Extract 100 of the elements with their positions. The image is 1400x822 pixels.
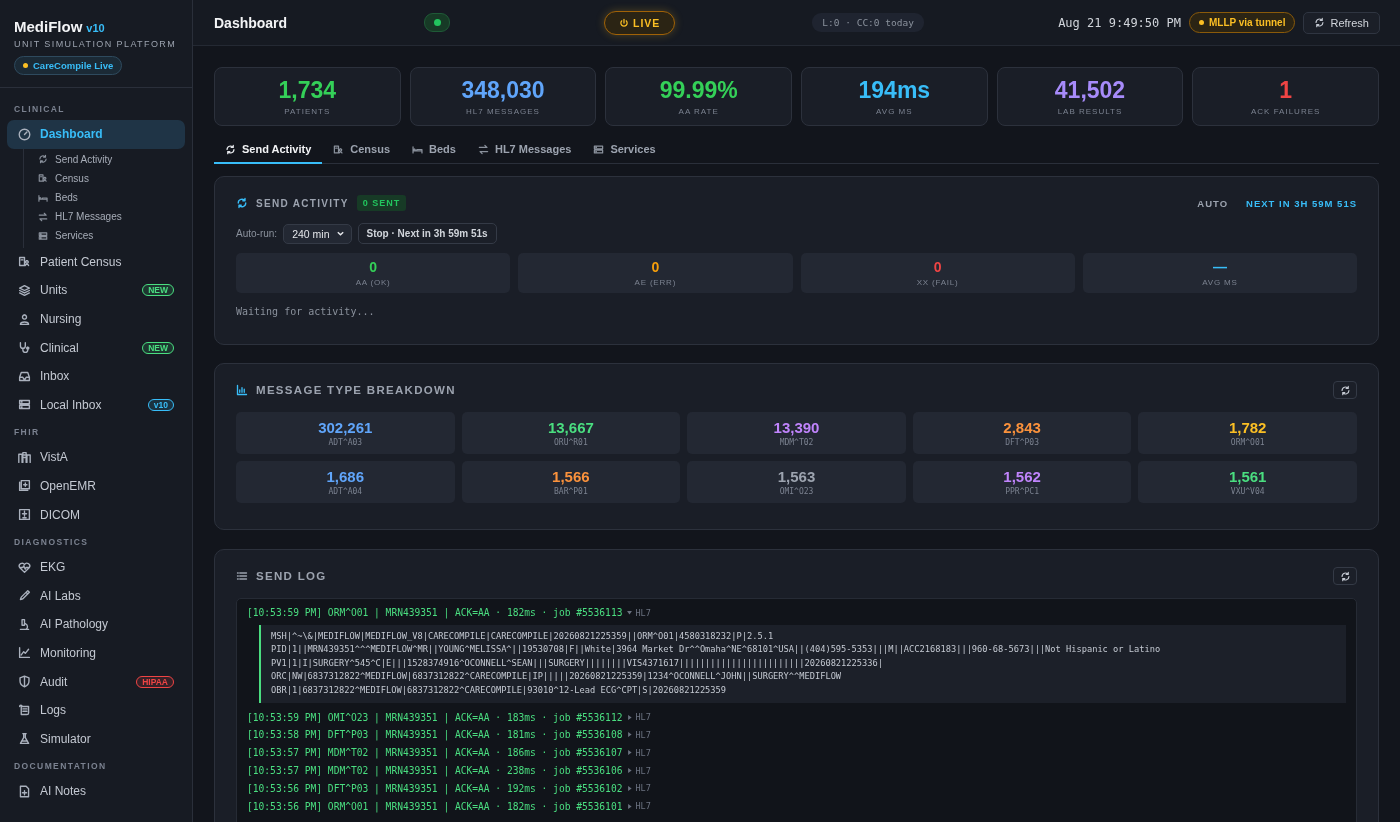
- hl7-toggle[interactable]: HL7: [626, 712, 651, 723]
- sidebar-item[interactable]: Patient Census: [7, 247, 185, 277]
- nav-badge: NEW: [142, 284, 174, 297]
- layers-icon: [18, 283, 31, 297]
- sidebar-item[interactable]: Local Inbox v10: [7, 390, 185, 420]
- sidebar-item[interactable]: AI Pathology: [7, 610, 185, 639]
- bar-chart-icon: [236, 384, 248, 396]
- tab[interactable]: Beds: [401, 136, 467, 164]
- server-icon: [38, 230, 48, 241]
- refresh-button[interactable]: [1333, 381, 1357, 399]
- sidebar-item[interactable]: Inbox: [7, 361, 185, 391]
- message-count: 1,561: [1228, 468, 1267, 485]
- hl7-toggle[interactable]: HL7: [626, 747, 651, 758]
- bed-icon: [38, 192, 48, 203]
- log-entry: [10:53:57 PM] MDM^T02 | MRN439351 | ACK=AA · 238ms · job #5536106: [247, 765, 623, 777]
- stethoscope-icon: [18, 341, 31, 355]
- status-indicator-icon: [424, 13, 450, 32]
- bed-icon: [412, 143, 424, 155]
- app-logo-text: MediFlow: [14, 18, 83, 35]
- sidebar-item[interactable]: VistA: [7, 443, 185, 472]
- sidebar-item[interactable]: AI Notes: [7, 777, 185, 806]
- tab[interactable]: HL7 Messages: [466, 136, 583, 164]
- message-type: MDM^T02: [779, 438, 814, 447]
- activity-status-text: Waiting for activity...: [236, 306, 376, 317]
- message-count: 1,563: [777, 468, 816, 485]
- message-count: 1,782: [1228, 419, 1267, 436]
- refresh-button[interactable]: [1333, 567, 1357, 585]
- panel-title: SEND LOG: [256, 570, 327, 582]
- stop-button[interactable]: Stop · Next in 3h 59m 51s: [357, 223, 497, 244]
- counter-value: —: [1212, 259, 1227, 275]
- app-subtitle: UNIT SIMULATION PLATFORM: [14, 39, 178, 49]
- tab[interactable]: Services: [582, 136, 667, 164]
- message-type: ADT^A03: [328, 438, 363, 447]
- hl7-toggle[interactable]: HL7: [626, 801, 651, 812]
- sidebar-item[interactable]: Clinical NEW: [7, 333, 185, 362]
- sidebar-subitem[interactable]: Send Activity: [38, 149, 185, 169]
- counter-value: 0: [369, 259, 377, 275]
- hl7-toggle[interactable]: HL7: [626, 607, 651, 618]
- caret-right-icon: [626, 767, 634, 775]
- message-count: 302,261: [318, 419, 373, 436]
- sidebar-item[interactable]: Dashboard: [7, 120, 185, 149]
- sidebar-item[interactable]: DICOM: [7, 500, 185, 529]
- sidebar-item[interactable]: OpenEMR: [7, 471, 185, 501]
- tab[interactable]: Send Activity: [214, 136, 323, 164]
- sidebar-subitem[interactable]: Beds: [38, 187, 185, 208]
- message-count: 1,562: [1003, 468, 1041, 485]
- gauge-icon: [18, 127, 31, 141]
- tab[interactable]: Census: [322, 136, 402, 164]
- sync-icon: [38, 154, 48, 165]
- refresh-button[interactable]: Refresh: [1303, 11, 1380, 34]
- sidebar-subitem[interactable]: Services: [38, 226, 185, 246]
- section-heading: FHIR: [13, 426, 41, 440]
- sidebar-subitem[interactable]: Census: [38, 168, 185, 188]
- users-icon: [333, 143, 345, 155]
- swap-icon: [38, 211, 48, 222]
- clock: Aug 21 9:49:50 PM: [1058, 15, 1181, 30]
- caret-right-icon: [626, 802, 634, 810]
- live-button[interactable]: LIVE: [604, 10, 676, 35]
- counter-label: AE (ERR): [634, 278, 677, 287]
- sidebar-item[interactable]: Nursing: [7, 304, 185, 334]
- caret-right-icon: [626, 784, 634, 792]
- hl7-toggle[interactable]: HL7: [626, 783, 651, 794]
- sidebar-item[interactable]: AI Labs: [7, 581, 185, 611]
- list-icon: [236, 570, 248, 582]
- message-type: DFT^P03: [1005, 438, 1039, 447]
- connection-status-badge: CareCompile Live: [14, 56, 123, 75]
- tunnel-badge: MLLP via tunnel: [1188, 12, 1296, 33]
- stat-value: 194ms: [858, 77, 931, 104]
- refresh-icon: [1314, 17, 1326, 28]
- message-count: 2,843: [1003, 419, 1041, 436]
- hl7-toggle[interactable]: HL7: [626, 730, 651, 740]
- hl7-segment-text: OBR|1|6837312822^MEDIFLOW|6837312822^CARECOMPILE|93010^12-Lead ECG^CPT|S|20260821225359: [271, 683, 728, 697]
- refresh-icon: [1339, 384, 1351, 396]
- users-icon: [18, 255, 31, 269]
- section-heading: DOCUMENTATION: [13, 760, 108, 774]
- stat-label: PATIENTS: [284, 107, 331, 116]
- sidebar-item[interactable]: Units NEW: [7, 276, 185, 305]
- interval-select[interactable]: 240 min: [283, 223, 352, 244]
- microscope-icon: [18, 617, 31, 631]
- log-entry: [10:53:59 PM] ORM^O01 | MRN439351 | ACK=AA · 182ms · job #5536113: [247, 607, 623, 619]
- caret-right-icon: [626, 731, 634, 739]
- stat-value: 348,030: [461, 77, 545, 104]
- hl7-toggle[interactable]: HL7: [626, 765, 651, 776]
- sidebar-item[interactable]: Simulator: [7, 724, 185, 754]
- sync-icon: [236, 197, 248, 209]
- refresh-icon: [1339, 570, 1351, 582]
- message-count: 1,686: [326, 468, 365, 485]
- server-icon: [593, 143, 605, 155]
- panel-title: SEND ACTIVITY: [256, 197, 349, 209]
- sidebar-item[interactable]: Monitoring: [7, 638, 185, 668]
- sidebar-item[interactable]: EKG: [7, 552, 185, 582]
- section-heading: DIAGNOSTICS: [13, 535, 90, 549]
- sidebar-item[interactable]: Logs: [7, 695, 185, 725]
- nav-badge: v10: [147, 398, 174, 411]
- caret-right-icon: [626, 749, 634, 757]
- sidebar-subitem[interactable]: HL7 Messages: [38, 207, 185, 227]
- sidebar-item[interactable]: Audit HIPAA: [7, 667, 185, 696]
- inbox-icon: [18, 369, 31, 383]
- message-type: PPR^PC1: [1005, 487, 1039, 496]
- counter-label: AVG MS: [1202, 278, 1238, 287]
